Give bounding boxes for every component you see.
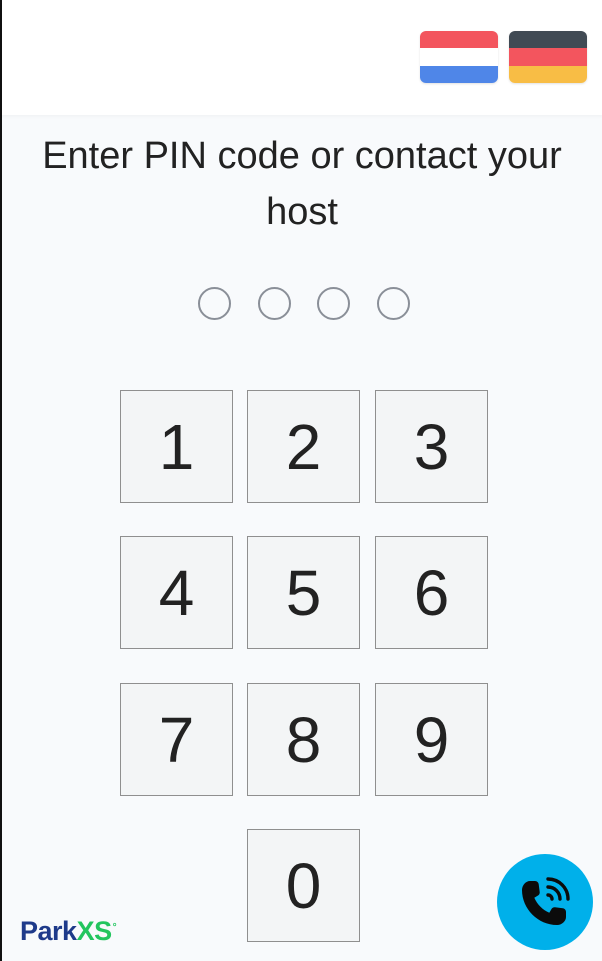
key-2-button[interactable]: 2 xyxy=(247,390,360,503)
call-host-button[interactable] xyxy=(497,854,593,950)
parkxs-logo: ParkXS° xyxy=(20,912,117,947)
germany-flag-icon[interactable] xyxy=(509,31,587,83)
pin-prompt-line-2: host xyxy=(266,191,338,233)
logo-mark: ° xyxy=(112,922,117,933)
pin-entry-screen: Enter PIN code or contact your host 1 2 … xyxy=(0,0,602,961)
pin-dot xyxy=(257,287,291,320)
key-0-button[interactable]: 0 xyxy=(247,829,360,942)
logo-text-xs: XS xyxy=(76,916,113,946)
key-6-button[interactable]: 6 xyxy=(375,536,488,649)
key-3-button[interactable]: 3 xyxy=(375,390,488,503)
pin-indicator xyxy=(198,286,410,324)
key-1-button[interactable]: 1 xyxy=(120,390,233,503)
key-4-button[interactable]: 4 xyxy=(120,536,233,649)
pin-dot xyxy=(317,287,351,320)
header-bar xyxy=(2,0,602,115)
pin-dot xyxy=(376,287,410,320)
key-5-button[interactable]: 5 xyxy=(247,536,360,649)
netherlands-flag-icon[interactable] xyxy=(420,31,498,83)
pin-dot xyxy=(198,287,231,320)
key-7-button[interactable]: 7 xyxy=(120,683,233,796)
logo-text-park: Park xyxy=(20,916,77,946)
phone-ringing-icon xyxy=(522,877,570,925)
key-8-button[interactable]: 8 xyxy=(247,683,360,796)
pin-prompt-line-1: Enter PIN code or contact your xyxy=(42,135,562,177)
key-9-button[interactable]: 9 xyxy=(375,683,488,796)
pin-prompt-heading: Enter PIN code or contact your host xyxy=(2,128,602,240)
